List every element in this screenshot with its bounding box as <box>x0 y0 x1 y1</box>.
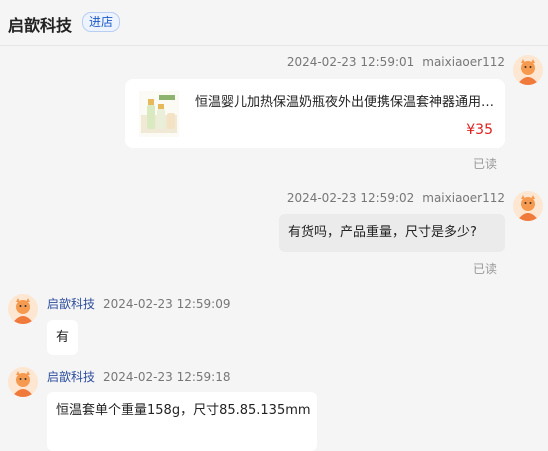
message-meta: 2024-02-23 12:59:01 maixiaoer112 <box>287 55 505 69</box>
product-thumbnail <box>139 91 179 137</box>
product-image-icon <box>139 91 179 137</box>
message-timestamp: 2024-02-23 12:59:01 <box>286 55 415 69</box>
avatar-icon <box>513 191 543 221</box>
message-username: maixiaoer112 <box>422 55 505 69</box>
product-title[interactable]: 恒温婴儿加热保温奶瓶夜外出便携保温套神器通用套便... <box>195 91 495 110</box>
message-bubble: 有货吗，产品重量，尺寸是多少? <box>279 214 505 252</box>
enter-store-button[interactable]: 进店 <box>82 12 121 32</box>
read-status: 已读 <box>472 262 497 276</box>
product-price: ¥35 <box>466 122 493 138</box>
shop-avatar[interactable] <box>8 294 38 324</box>
avatar-icon <box>8 367 38 397</box>
read-status: 已读 <box>472 157 497 171</box>
avatar-icon <box>8 294 38 324</box>
user-avatar[interactable] <box>513 191 543 221</box>
message-bubble: 有 <box>47 320 79 355</box>
sender-name[interactable]: 启歆科技 <box>47 370 95 384</box>
product-card[interactable]: 恒温婴儿加热保温奶瓶夜外出便携保温套神器通用套便... ¥35 <box>125 79 505 148</box>
message-list[interactable]: 2024-02-23 12:59:01 maixiaoer112 恒温婴儿加热保… <box>0 47 548 451</box>
user-avatar[interactable] <box>513 55 543 85</box>
message-timestamp: 2024-02-23 12:59:09 <box>103 297 231 311</box>
message-meta: 启歆科技 2024-02-23 12:59:18 <box>47 368 230 385</box>
message-bubble: 恒温套单个重量158g，尺寸85.85.135mm <box>47 392 317 451</box>
shop-avatar[interactable] <box>8 367 38 397</box>
shop-name: 启歆科技 <box>8 16 73 35</box>
avatar-icon <box>513 55 543 85</box>
chat-header: 启歆科技 进店 <box>0 0 548 46</box>
sender-name[interactable]: 启歆科技 <box>47 297 95 311</box>
message-meta: 启歆科技 2024-02-23 12:59:09 <box>47 295 230 312</box>
message-timestamp: 2024-02-23 12:59:02 <box>286 191 415 205</box>
message-timestamp: 2024-02-23 12:59:18 <box>103 370 231 384</box>
message-username: maixiaoer112 <box>422 191 505 205</box>
message-meta: 2024-02-23 12:59:02 maixiaoer112 <box>287 191 505 205</box>
